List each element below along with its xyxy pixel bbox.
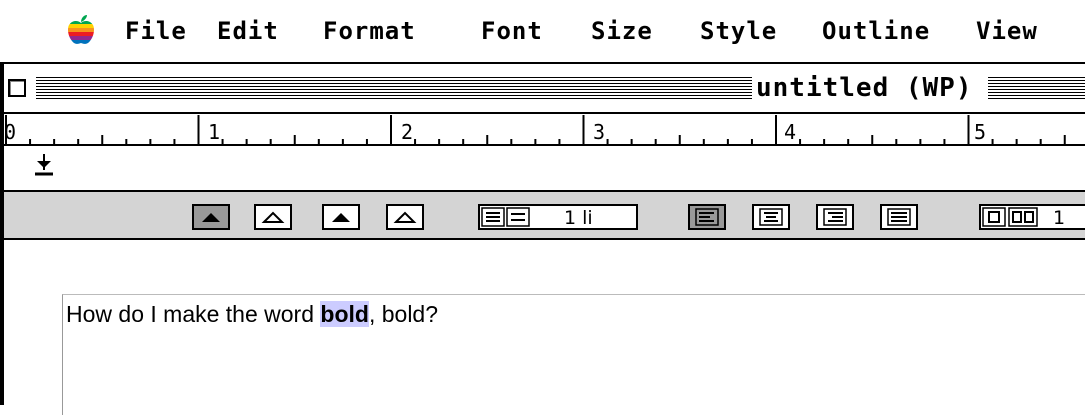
document-area[interactable]: How do I make the word bold, bold? — [4, 240, 1085, 415]
ruler-label: 5 — [974, 120, 987, 144]
columns-control[interactable]: 1 — [979, 204, 1085, 230]
line-spacing-control[interactable]: 1 li — [478, 204, 638, 230]
align-left-icon — [695, 208, 719, 226]
window-title-bar[interactable]: untitled (WP) — [4, 64, 1085, 114]
align-left-button[interactable] — [688, 204, 726, 230]
title-bar-stripes — [36, 77, 752, 99]
ruler-label: 3 — [593, 120, 606, 144]
ruler-ticks — [4, 115, 1085, 176]
justify-button[interactable] — [880, 204, 918, 230]
ruler-label: 0 — [4, 120, 17, 144]
align-center-button[interactable] — [752, 204, 790, 230]
ruler-label: 1 — [208, 120, 221, 144]
right-tab-button[interactable] — [322, 204, 360, 230]
text-after-selection: , bold? — [368, 301, 439, 327]
window-title: untitled (WP) — [752, 73, 977, 103]
align-right-icon — [823, 208, 847, 226]
close-box[interactable] — [8, 79, 26, 97]
menu-edit[interactable]: Edit — [217, 17, 279, 45]
align-center-icon — [759, 208, 783, 226]
text-before-selection: How do I make the word — [66, 301, 321, 327]
indent-marker-icon — [35, 154, 53, 176]
menu-style[interactable]: Style — [700, 17, 777, 45]
columns-value: 1 — [1053, 207, 1066, 229]
justify-icon — [887, 208, 911, 226]
menu-outline[interactable]: Outline — [822, 17, 930, 45]
columns-icon — [982, 207, 1038, 227]
ruler-label: 4 — [784, 120, 797, 144]
ruler-label: 2 — [401, 120, 414, 144]
left-tab-button[interactable] — [192, 204, 230, 230]
line-spacing-icon — [481, 207, 530, 227]
ruler[interactable]: 0 1 2 3 4 5 — [4, 114, 1085, 190]
apple-menu-icon[interactable] — [66, 14, 96, 52]
menu-file[interactable]: File — [125, 17, 187, 45]
menu-size[interactable]: Size — [591, 17, 653, 45]
menu-format[interactable]: Format — [323, 17, 416, 45]
menu-view[interactable]: View — [976, 17, 1038, 45]
align-right-button[interactable] — [816, 204, 854, 230]
menu-font[interactable]: Font — [481, 17, 543, 45]
document-text-line[interactable]: How do I make the word bold, bold? — [66, 300, 438, 328]
line-spacing-value: 1 li — [564, 207, 593, 229]
menu-bar: File Edit Format Font Size Style Outline… — [0, 0, 1085, 64]
format-toolbar: 1 li 1 — [4, 190, 1085, 240]
selected-bold-word[interactable]: bold — [320, 301, 369, 327]
decimal-tab-button[interactable] — [386, 204, 424, 230]
center-tab-button[interactable] — [254, 204, 292, 230]
title-bar-stripes — [988, 77, 1085, 99]
